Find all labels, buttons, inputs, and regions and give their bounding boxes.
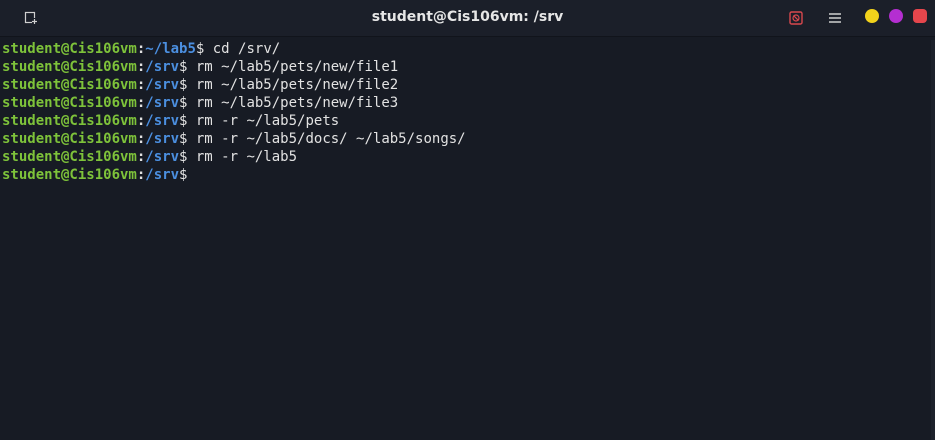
command-text: rm ~/lab5/pets/new/file2 [187, 77, 399, 93]
prompt-path: /srv [145, 77, 180, 93]
prompt-path: ~/lab5 [145, 41, 196, 57]
command-text: cd /srv/ [204, 41, 281, 57]
prompt-user: student@Cis106vm [2, 113, 137, 129]
terminal-line: student@Cis106vm:/srv$ rm ~/lab5/pets/ne… [0, 94, 931, 112]
command-text: rm -r ~/lab5 [187, 149, 298, 165]
prompt-user: student@Cis106vm [2, 167, 137, 183]
prompt-path: /srv [145, 131, 180, 147]
prompt-symbol: $ [179, 167, 188, 183]
prompt-path: /srv [145, 95, 180, 111]
prompt-user: student@Cis106vm [2, 77, 137, 93]
terminal-output[interactable]: student@Cis106vm:~/lab5$ cd /srv/student… [0, 40, 931, 440]
terminal-window: student@Cis106vm: /srv student@Cis106vm:… [0, 0, 935, 440]
prompt-user: student@Cis106vm [2, 41, 137, 57]
terminal-line: student@Cis106vm:/srv$ rm ~/lab5/pets/ne… [0, 58, 931, 76]
terminal-line: student@Cis106vm:/srv$ rm ~/lab5/pets/ne… [0, 76, 931, 94]
prompt-user: student@Cis106vm [2, 59, 137, 75]
prompt-path: /srv [145, 113, 180, 129]
command-text: rm ~/lab5/pets/new/file1 [187, 59, 399, 75]
command-text: rm -r ~/lab5/docs/ ~/lab5/songs/ [187, 131, 466, 147]
command-text: rm -r ~/lab5/pets [187, 113, 340, 129]
command-text: rm ~/lab5/pets/new/file3 [187, 95, 399, 111]
prompt-user: student@Cis106vm [2, 131, 137, 147]
close-button[interactable] [913, 9, 927, 23]
prompt-user: student@Cis106vm [2, 149, 137, 165]
prompt-user: student@Cis106vm [2, 95, 137, 111]
terminal-line: student@Cis106vm:/srv$ [0, 166, 931, 184]
terminal-line: student@Cis106vm:/srv$ rm -r ~/lab5/pets [0, 112, 931, 130]
prompt-path: /srv [145, 149, 180, 165]
terminal-line: student@Cis106vm:/srv$ rm -r ~/lab5/docs… [0, 130, 931, 148]
prompt-path: /srv [145, 167, 180, 183]
scrollbar[interactable] [931, 40, 935, 440]
recording-icon[interactable] [789, 10, 803, 25]
title-bar[interactable]: student@Cis106vm: /srv [0, 0, 935, 37]
terminal-line: student@Cis106vm:~/lab5$ cd /srv/ [0, 40, 931, 58]
maximize-button[interactable] [889, 9, 903, 23]
minimize-button[interactable] [865, 9, 879, 23]
terminal-line: student@Cis106vm:/srv$ rm -r ~/lab5 [0, 148, 931, 166]
hamburger-menu-icon[interactable] [828, 10, 842, 24]
prompt-path: /srv [145, 59, 180, 75]
